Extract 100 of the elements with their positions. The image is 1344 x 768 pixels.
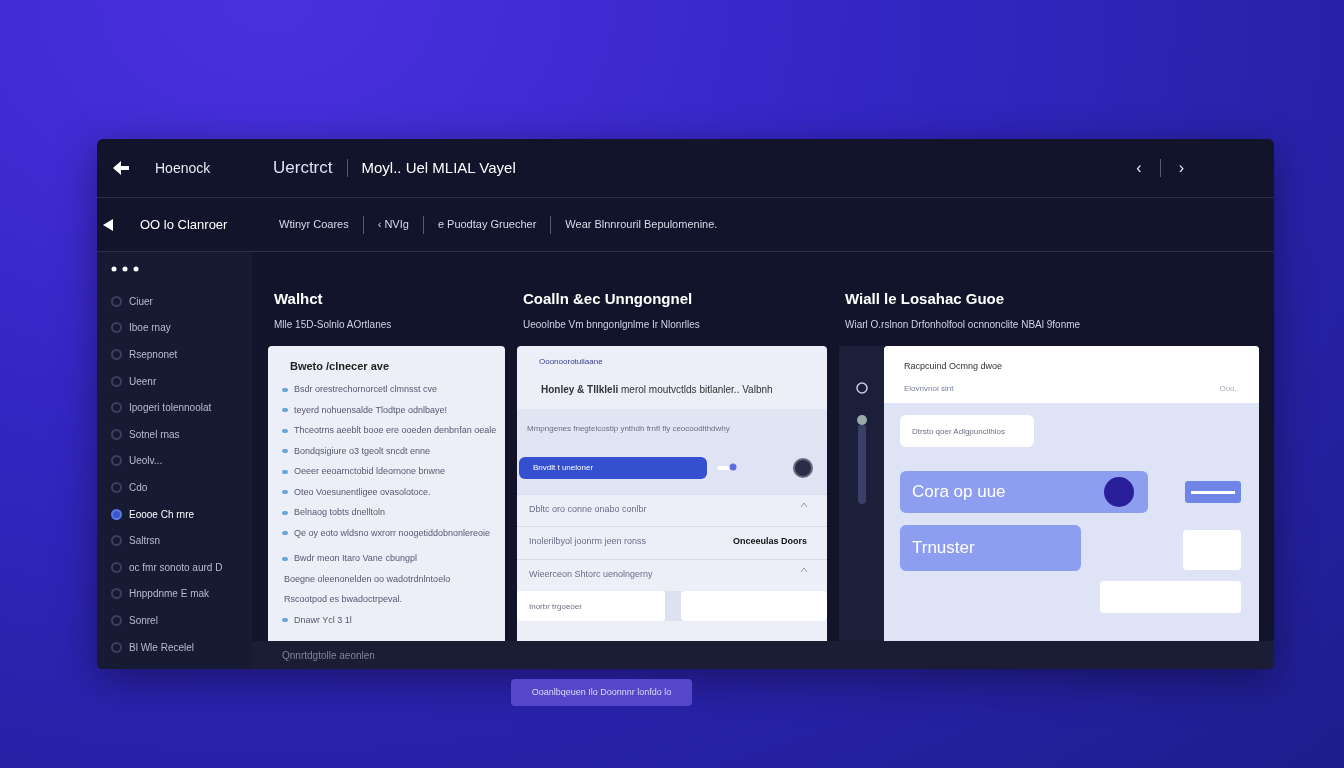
bullet-icon xyxy=(282,428,288,433)
item-icon xyxy=(111,295,122,307)
list-item: Dnawr Ycl 3 1l xyxy=(294,613,352,627)
item-icon xyxy=(111,561,122,573)
item-label: Saltrsn xyxy=(129,534,161,549)
note-text: Mmpngenes fnegtelcostip ynthdh frnfl fly ceocoodlthdwhy xyxy=(517,408,827,445)
item-label: Ciuer xyxy=(129,294,153,309)
input-field[interactable]: Inorbr trgoeoer xyxy=(517,591,665,621)
sidebar-item[interactable]: Saltrsn xyxy=(111,527,238,554)
list-item: Bondqsigiure o3 tgeolt sncdt enne xyxy=(294,444,431,458)
footer-text: Qnnrtdgtolle aeonlen xyxy=(282,648,375,663)
bullet-icon xyxy=(282,490,288,495)
panel-title: Coalln &ec Unngongnel xyxy=(523,289,694,309)
item-label: Eoooe Ch rnre xyxy=(129,507,195,522)
item-label: Bl Wle Recelel xyxy=(129,640,195,655)
bullet-icon xyxy=(282,618,288,623)
card-headline: Honley & Tllkleli merol moutvctlds bitlanler.. Valbnh xyxy=(541,382,774,397)
item-icon xyxy=(111,375,122,387)
page-title: Uerctrct xyxy=(273,157,333,180)
panel-subtitle: Wiarl O.rslnon Drfonholfool ocnnonclite NBAl 9fonme xyxy=(845,317,1082,332)
back-icon xyxy=(103,218,113,231)
bullet-icon xyxy=(282,449,288,454)
item-label: Rsepnonet xyxy=(129,348,178,362)
sidebar-item[interactable]: Iboe rnay xyxy=(111,314,238,342)
row-label: Inolerilbyol joonrm jeen ronss xyxy=(529,535,647,548)
sidebar-item[interactable]: oc fmr sonoto aurd D xyxy=(111,553,238,581)
sidebar-item[interactable]: Ueolv... xyxy=(111,447,238,475)
brand-name: Hoenock xyxy=(155,158,212,178)
item-label: Ipogeri tolennoolat xyxy=(129,401,212,416)
panel-title: Walhct xyxy=(274,289,324,309)
nav-link[interactable]: Wear Blnnrouril Bepulomenine. xyxy=(565,216,718,233)
search-field[interactable]: Dtrsto qoer Adlgpuncllhlos xyxy=(900,415,1034,447)
bullet-icon xyxy=(282,469,288,474)
item-label: Iboe rnay xyxy=(129,321,171,336)
panel-title: Wiall le Losahac Guoe xyxy=(845,289,1006,309)
sidebar-item[interactable]: Cdo xyxy=(111,474,238,501)
sidebar-item[interactable]: Sotnel rnas xyxy=(111,420,238,448)
sidebar-item[interactable]: Eoooe Ch rnre xyxy=(111,500,238,528)
list-item: Rscootpod es bwadoctrpeval. xyxy=(284,593,403,606)
item-icon xyxy=(111,402,122,414)
bullet-icon xyxy=(282,408,288,413)
chevron-icon xyxy=(801,567,807,572)
item-label: Ueolv... xyxy=(129,454,163,469)
item-label: Sonrel xyxy=(129,613,158,628)
sidebar-item[interactable]: Sonrel xyxy=(111,607,238,634)
item-icon xyxy=(111,588,122,600)
card-subtitle: Elovnvnoi slnt xyxy=(904,383,954,395)
sidebar-item[interactable]: Hnppdnme E mak xyxy=(111,580,238,608)
item-icon xyxy=(111,322,122,334)
item-icon xyxy=(111,614,122,626)
bullet-icon xyxy=(282,531,288,536)
item-icon xyxy=(111,428,122,440)
item-label: Cdo xyxy=(129,480,148,495)
primary-button[interactable]: Bnvdlt t uneloner xyxy=(519,456,707,479)
avatar-icon xyxy=(793,457,813,478)
card-title: Racpcuind Ocmng dwoe xyxy=(904,359,1004,373)
more-icon xyxy=(111,266,141,272)
item-icon xyxy=(111,349,122,360)
item-label: Ueenr xyxy=(129,374,157,389)
item-label: Hnppdnme E mak xyxy=(129,587,210,602)
list-item: Bwdr meon Itaro Vane cbungpl xyxy=(294,552,417,565)
avatar-icon xyxy=(1104,477,1134,507)
list-item: Thceotrns aeeblt booe ere ooeden denbnfan oeale xyxy=(294,424,497,437)
sidebar-item[interactable]: Ciuer xyxy=(111,288,238,315)
chevron-icon xyxy=(801,502,807,507)
list-item: Qe oy eoto wldsno wxrorr noogetiddobnonlereoie xyxy=(294,526,491,540)
list-item: teyerd nohuensalde Tlodtpe odnlbaye! xyxy=(294,403,447,417)
bullet-icon xyxy=(282,556,288,561)
sidebar-item[interactable]: Bl Wle Recelel xyxy=(111,633,238,661)
menu-button[interactable] xyxy=(1185,481,1241,503)
nav-link[interactable]: ‹ NVIg xyxy=(377,216,409,233)
bullet-icon xyxy=(282,387,288,392)
nav-link[interactable]: e Puodtay Gruecher xyxy=(437,216,537,233)
blank-tile xyxy=(1183,530,1241,570)
list-item: Bsdr orestrechornorcetl clmnsst cve xyxy=(294,383,438,396)
item-label: Sotnel rnas xyxy=(129,427,180,442)
list-item: Oteo Voesunentligee ovasolotoce. xyxy=(294,485,431,499)
list-item: Belnaog tobts dnelltoln xyxy=(294,506,386,519)
input-field[interactable] xyxy=(681,591,827,621)
item-icon xyxy=(111,481,122,493)
slider-icon xyxy=(855,413,868,504)
item-icon xyxy=(111,508,122,520)
panel-subtitle: Mlle 15D-Solnlo AOrtlanes xyxy=(274,317,393,332)
item-label: oc fmr sonoto aurd D xyxy=(129,560,223,575)
item-icon xyxy=(111,641,122,653)
sidebar-item[interactable]: Rsepnonet xyxy=(111,341,238,368)
sidebar-item[interactable]: Ueenr xyxy=(111,367,238,395)
list-item: Boegne oleenonelden oo wadotrdnlntoelo xyxy=(284,572,451,586)
panel-subtitle: Ueoolnbe Vm bnngonlgnlme Ir Nlonrlles xyxy=(523,317,701,332)
item-icon xyxy=(111,535,122,547)
previous-button[interactable]: ‹ xyxy=(1130,156,1148,180)
card-title: Bweto /clnecer ave xyxy=(290,358,391,374)
row-label: Wieerceon Shtorc uenolngerny xyxy=(529,567,653,581)
nav-link[interactable]: Wtinyr Coares xyxy=(279,216,349,233)
logo-icon xyxy=(113,161,129,175)
sidebar-item[interactable]: Ipogeri tolennoolat xyxy=(111,394,238,421)
card-link[interactable]: Ooonoorotuliaane xyxy=(539,355,827,368)
next-button[interactable]: › xyxy=(1172,156,1190,180)
page-subtitle: Moyl.. Uel MLIAL Vayel xyxy=(361,157,516,178)
action-button[interactable]: Ooanlbqeuen Ilo Doonnnr lonfdo lo xyxy=(511,679,692,707)
